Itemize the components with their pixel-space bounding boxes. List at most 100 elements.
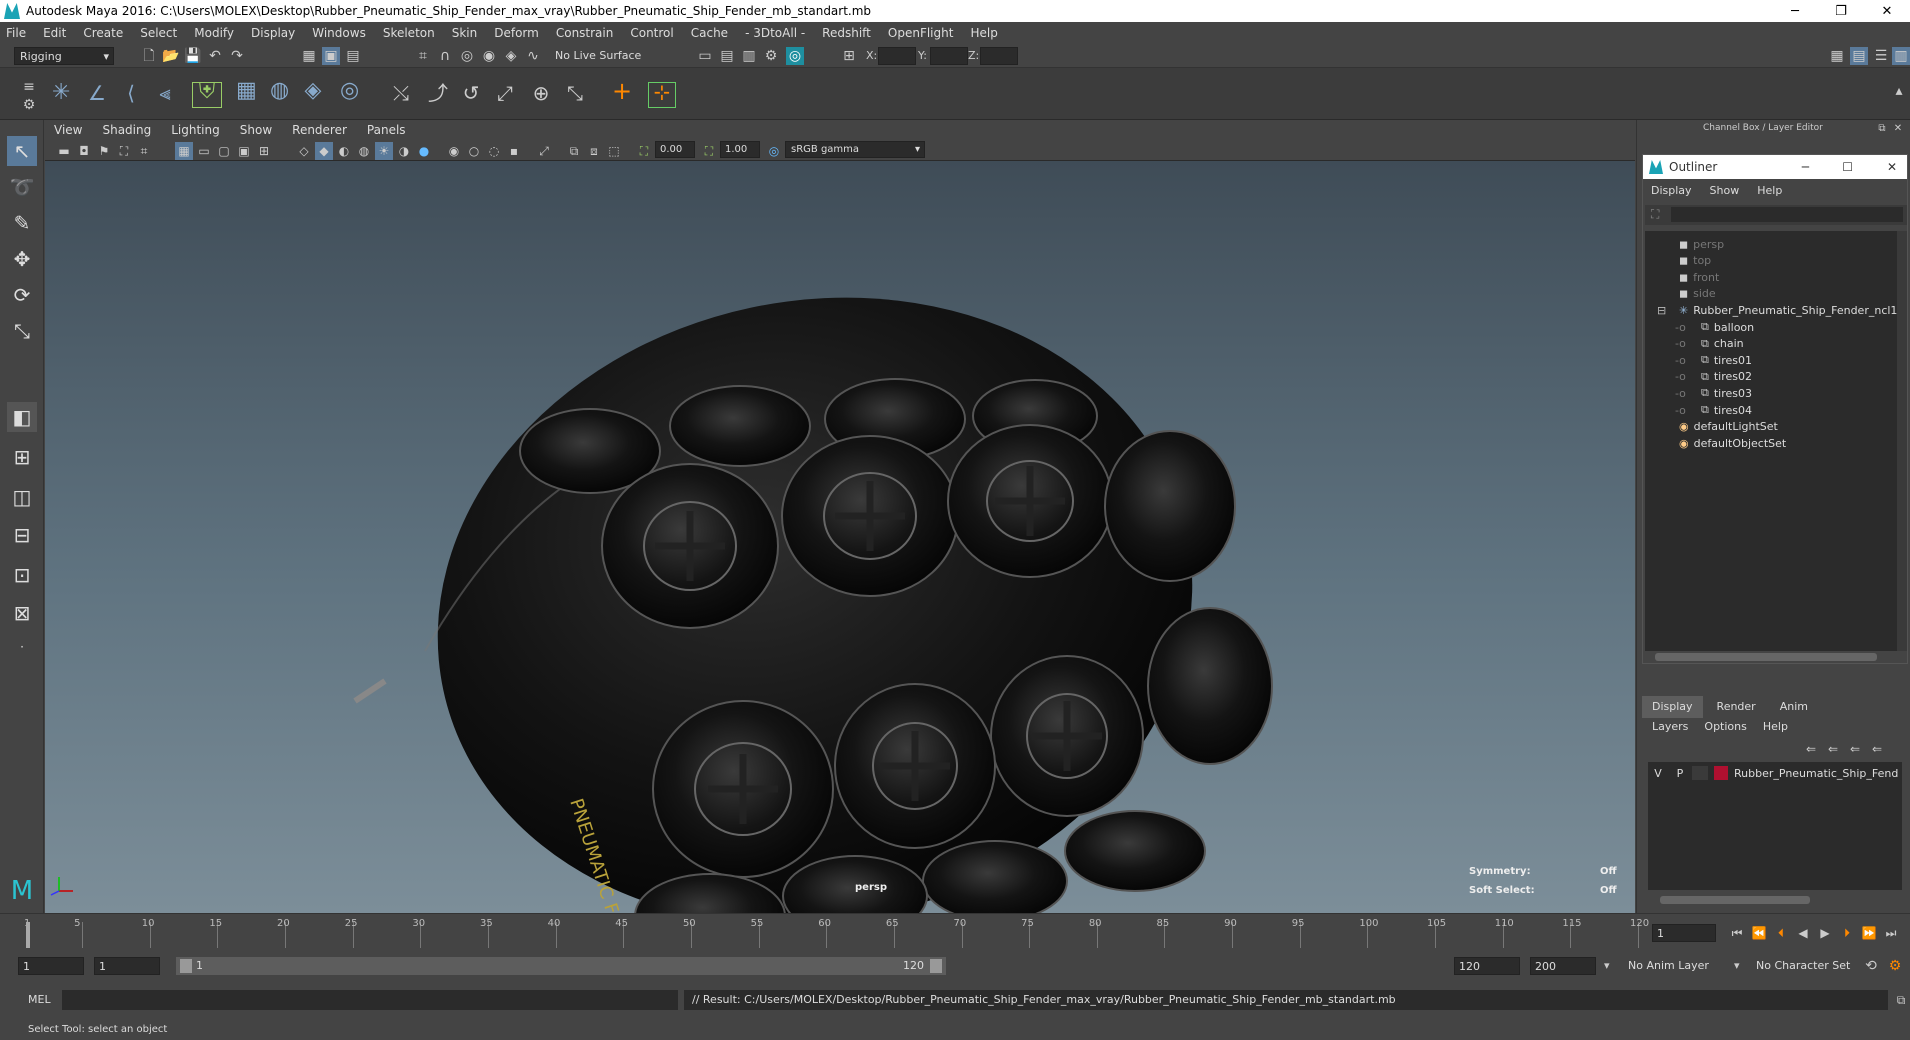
- shelf-menu-icon[interactable]: ≡: [20, 78, 38, 96]
- panel-close-icon[interactable]: ✕: [1889, 120, 1907, 138]
- outliner-item[interactable]: -o ⧉ chain: [1675, 335, 1744, 353]
- motion-blur-icon[interactable]: ◉: [445, 142, 463, 160]
- layer-menu-layers[interactable]: Layers: [1652, 720, 1688, 733]
- select-component-icon[interactable]: ▤: [344, 47, 362, 65]
- end-time-field[interactable]: 200: [1530, 957, 1596, 975]
- bookmark-icon[interactable]: ⚑: [95, 142, 113, 160]
- outliner-item[interactable]: -o ⧉ tires02: [1675, 368, 1752, 386]
- snap-view-icon[interactable]: ◉: [480, 47, 498, 65]
- lasso-tool-icon[interactable]: ➰: [7, 172, 37, 202]
- menu-deform[interactable]: Deform: [494, 26, 539, 40]
- gamma-field[interactable]: 1.00: [720, 141, 760, 158]
- camera-attr-icon[interactable]: ◘: [75, 142, 93, 160]
- menu--3dtoall-[interactable]: - 3DtoAll -: [745, 26, 805, 40]
- menu-openflight[interactable]: OpenFlight: [888, 26, 954, 40]
- scale-tool-icon[interactable]: ⤡: [7, 316, 37, 346]
- wrap-icon[interactable]: ◈: [304, 80, 322, 102]
- outliner-item[interactable]: ◼ persp: [1679, 235, 1724, 253]
- locator-icon[interactable]: +: [612, 79, 632, 103]
- ik-spline-icon[interactable]: ⟨: [122, 83, 140, 103]
- default-material-icon[interactable]: ◐: [335, 142, 353, 160]
- playback-start-field[interactable]: 1: [94, 957, 160, 975]
- xray-active-icon[interactable]: ⧈: [585, 142, 603, 160]
- playback-toggle[interactable]: P: [1668, 767, 1692, 780]
- camera-select-icon[interactable]: ▬: [55, 142, 73, 160]
- xray-icon[interactable]: ⤢: [535, 142, 553, 160]
- snap-live-icon[interactable]: ∿: [524, 47, 542, 65]
- menu-redshift[interactable]: Redshift: [822, 26, 871, 40]
- grid-toggle-icon[interactable]: ⌗: [135, 142, 153, 160]
- menu-skin[interactable]: Skin: [452, 26, 478, 40]
- outliner-hscrollbar[interactable]: [1655, 653, 1877, 661]
- render-settings-icon[interactable]: ⚙: [762, 47, 780, 65]
- preferences-icon[interactable]: ⚙: [1886, 957, 1904, 975]
- outliner-vscrollbar[interactable]: [1897, 231, 1907, 651]
- aim-constraint-icon[interactable]: ⤴: [428, 83, 448, 103]
- close-button[interactable]: ✕: [1887, 160, 1897, 174]
- menu-constrain[interactable]: Constrain: [556, 26, 614, 40]
- menu-windows[interactable]: Windows: [312, 26, 366, 40]
- four-layout-icon[interactable]: ⊞: [7, 442, 37, 472]
- transform-mode-icon[interactable]: ⊞: [840, 47, 858, 65]
- maximize-button[interactable]: ☐: [1842, 160, 1853, 174]
- range-start-handle[interactable]: [180, 959, 192, 973]
- display-type-toggle[interactable]: [1692, 766, 1708, 780]
- viewport-menu-panels[interactable]: Panels: [367, 123, 406, 137]
- start-time-field[interactable]: 1: [18, 957, 84, 975]
- joint-tool-icon[interactable]: ✳: [52, 82, 70, 104]
- hypershade-layout-icon[interactable]: ⊠: [7, 598, 37, 628]
- outliner-item[interactable]: -o ⧉ tires04: [1675, 401, 1752, 419]
- xray-joints-icon[interactable]: ⧉: [565, 142, 583, 160]
- outliner-item[interactable]: -o ⧉ tires03: [1675, 384, 1752, 402]
- playback-end-field[interactable]: 120: [1454, 957, 1520, 975]
- range-bar[interactable]: 1 120: [176, 957, 946, 975]
- tab-anim[interactable]: Anim: [1769, 696, 1818, 718]
- modeling-toolkit-icon[interactable]: ▦: [1828, 47, 1846, 65]
- z-field[interactable]: [980, 47, 1018, 65]
- textured-icon[interactable]: ◍: [355, 142, 373, 160]
- mode-dropdown[interactable]: Rigging ▾: [14, 47, 114, 65]
- outliner-item[interactable]: ◉ defaultLightSet: [1679, 418, 1778, 436]
- ao-icon[interactable]: ●: [415, 142, 433, 160]
- current-frame-field[interactable]: 1: [1652, 924, 1716, 942]
- tab-display[interactable]: Display: [1642, 696, 1703, 718]
- pole-vector-icon[interactable]: ⤡: [566, 83, 584, 103]
- orient-constraint-icon[interactable]: ↺: [462, 83, 480, 103]
- visibility-toggle[interactable]: V: [1648, 767, 1668, 780]
- step-forward-key-icon[interactable]: ⏩: [1860, 924, 1878, 942]
- go-to-start-icon[interactable]: ⏮: [1728, 924, 1746, 942]
- exposure-icon[interactable]: ⛶: [635, 142, 653, 160]
- new-layer-selected-icon[interactable]: ⇐: [1868, 740, 1886, 758]
- gate-mask-icon[interactable]: ▣: [235, 142, 253, 160]
- menu-control[interactable]: Control: [630, 26, 673, 40]
- rotate-tool-icon[interactable]: ⟳: [7, 280, 37, 310]
- layer-menu-help[interactable]: Help: [1763, 720, 1788, 733]
- menu-help[interactable]: Help: [970, 26, 997, 40]
- single-layout-icon[interactable]: ◧: [7, 402, 37, 432]
- undo-icon[interactable]: ↶: [206, 47, 224, 65]
- resolution-gate-icon[interactable]: ▢: [215, 142, 233, 160]
- outliner-item[interactable]: -o ⧉ tires01: [1675, 351, 1752, 369]
- layer-hscrollbar[interactable]: [1660, 896, 1810, 904]
- outliner-search-input[interactable]: [1671, 207, 1903, 222]
- shadows-icon[interactable]: ◑: [395, 142, 413, 160]
- menu-cache[interactable]: Cache: [691, 26, 728, 40]
- menu-display[interactable]: Display: [251, 26, 295, 40]
- outliner-item[interactable]: ⊟ ✳ Rubber_Pneumatic_Ship_Fender_ncl1: [1657, 301, 1897, 319]
- cluster-icon[interactable]: ◍: [270, 80, 289, 102]
- select-object-icon[interactable]: ▣: [322, 47, 340, 65]
- redo-icon[interactable]: ↷: [228, 47, 246, 65]
- film-gate-icon[interactable]: ▭: [195, 142, 213, 160]
- outliner-item[interactable]: ◼ side: [1679, 285, 1716, 303]
- backface-icon[interactable]: ⬚: [605, 142, 623, 160]
- menu-edit[interactable]: Edit: [43, 26, 66, 40]
- layout-menu-icon[interactable]: ·: [7, 632, 37, 662]
- y-field[interactable]: [930, 47, 968, 65]
- minimize-button[interactable]: ─: [1772, 0, 1818, 22]
- lattice-icon[interactable]: ▦: [236, 80, 257, 102]
- close-button[interactable]: ✕: [1864, 0, 1910, 22]
- parent-constraint-icon[interactable]: ⊕: [532, 83, 550, 103]
- move-tool-icon[interactable]: ✥: [7, 244, 37, 274]
- chevron-down-icon[interactable]: ▾: [1604, 959, 1610, 972]
- wireframe-icon[interactable]: ◇: [295, 142, 313, 160]
